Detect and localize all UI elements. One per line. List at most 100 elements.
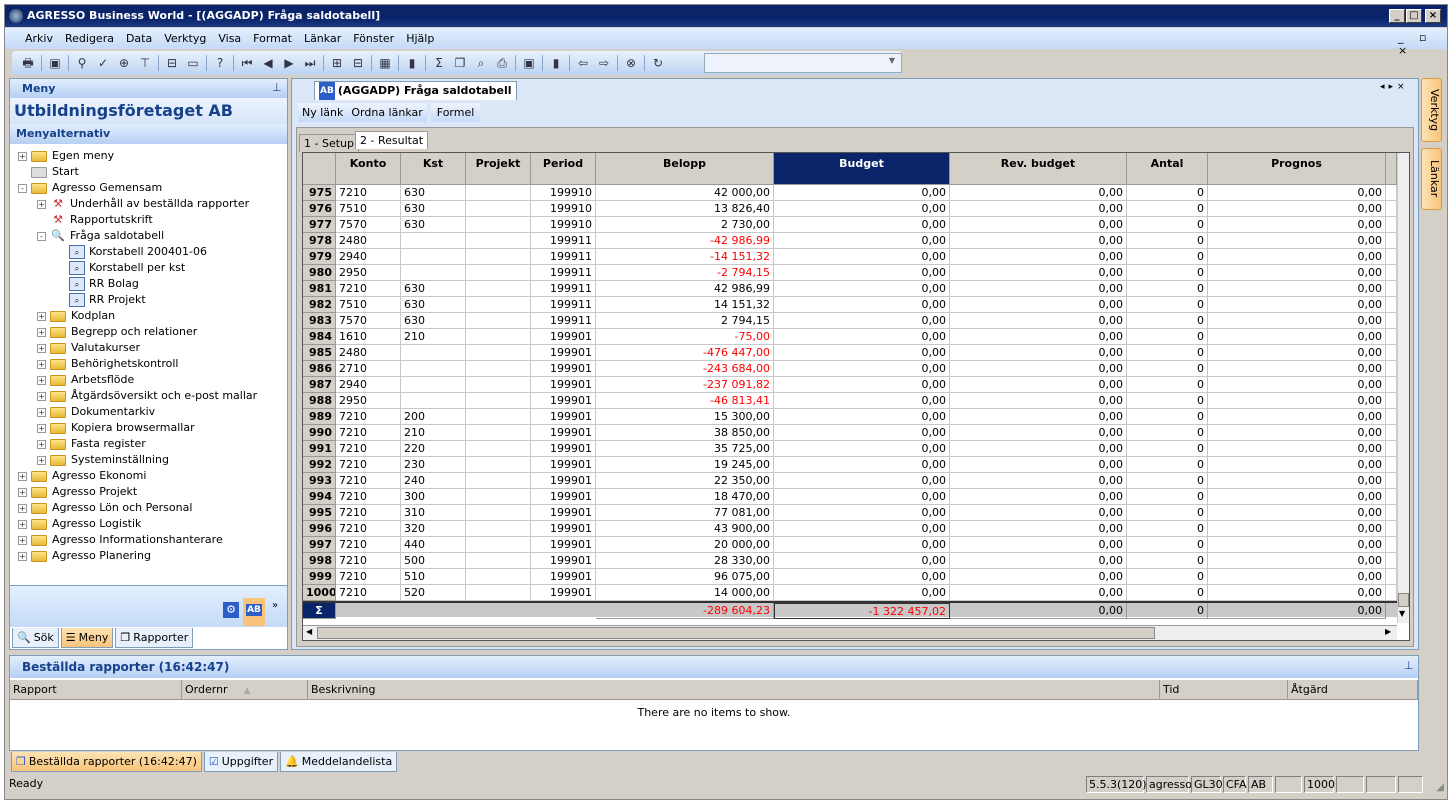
antal-cell[interactable]: 0 <box>1127 329 1208 345</box>
column-header-projekt[interactable]: Projekt <box>466 153 531 185</box>
period-cell[interactable]: 199901 <box>531 345 596 361</box>
konto-cell[interactable]: 2480 <box>336 345 401 361</box>
document-tab[interactable]: AB (AGGADP) Fråga saldotabell <box>314 81 517 100</box>
rev-budget-cell[interactable]: 0,00 <box>950 201 1127 217</box>
rev-budget-cell[interactable]: 0,00 <box>950 505 1127 521</box>
budget-cell[interactable]: 0,00 <box>774 505 950 521</box>
tree-item[interactable]: + Agresso Lön och Personal <box>10 500 287 516</box>
antal-cell[interactable]: 0 <box>1127 489 1208 505</box>
konto-cell[interactable]: 2710 <box>336 361 401 377</box>
konto-cell[interactable]: 7210 <box>336 537 401 553</box>
rev-budget-cell[interactable]: 0,00 <box>950 425 1127 441</box>
menu-verktyg[interactable]: Verktyg <box>164 32 206 45</box>
prognos-cell[interactable]: 0,00 <box>1208 473 1386 489</box>
prognos-cell[interactable]: 0,00 <box>1208 441 1386 457</box>
antal-cell[interactable]: 0 <box>1127 585 1208 601</box>
zoom-icon[interactable]: ⊕ <box>116 55 132 71</box>
belopp-cell[interactable]: -476 447,00 <box>596 345 774 361</box>
projekt-cell[interactable] <box>466 553 531 569</box>
period-cell[interactable]: 199911 <box>531 313 596 329</box>
tree-item[interactable]: + Agresso Ekonomi <box>10 468 287 484</box>
print-icon[interactable]: 🖶 <box>20 55 36 71</box>
prognos-cell[interactable]: 0,00 <box>1208 265 1386 281</box>
tree-item[interactable]: + Agresso Informationshanterare <box>10 532 287 548</box>
rev-budget-cell[interactable]: 0,00 <box>950 297 1127 313</box>
tree-item[interactable]: + Kopiera browsermallar <box>10 420 287 436</box>
prognos-cell[interactable]: 0,00 <box>1208 233 1386 249</box>
tree-item[interactable]: + Begrepp och relationer <box>10 324 287 340</box>
period-cell[interactable]: 199910 <box>531 185 596 201</box>
column-header-tid[interactable]: Tid <box>1160 680 1288 700</box>
rev-budget-cell[interactable]: 0,00 <box>950 441 1127 457</box>
konto-cell[interactable]: 7210 <box>336 489 401 505</box>
expand-icon[interactable]: + <box>18 535 27 545</box>
expand-icon[interactable]: + <box>18 503 27 513</box>
antal-cell[interactable]: 0 <box>1127 553 1208 569</box>
kst-cell[interactable]: 300 <box>401 489 466 505</box>
expand-icon[interactable]: + <box>37 359 46 369</box>
kst-cell[interactable]: 320 <box>401 521 466 537</box>
prognos-cell[interactable]: 0,00 <box>1208 313 1386 329</box>
kst-cell[interactable] <box>401 345 466 361</box>
tree-item[interactable]: + Egen meny <box>10 148 287 164</box>
budget-cell[interactable]: 0,00 <box>774 393 950 409</box>
tree-item[interactable]: + Åtgärdsöversikt och e-post mallar <box>10 388 287 404</box>
projekt-cell[interactable] <box>466 249 531 265</box>
projekt-cell[interactable] <box>466 185 531 201</box>
table-icon[interactable]: ▦ <box>377 55 393 71</box>
antal-cell[interactable]: 0 <box>1127 377 1208 393</box>
belopp-cell[interactable]: 18 470,00 <box>596 489 774 505</box>
rev-budget-cell[interactable]: 0,00 <box>950 569 1127 585</box>
preview-icon[interactable]: ⌕ <box>473 55 489 71</box>
prognos-cell[interactable]: 0,00 <box>1208 537 1386 553</box>
resize-grip-icon[interactable]: ◢ <box>1436 779 1444 797</box>
table-row[interactable]: 979 2940 199911 -14 151,32 0,00 0,00 0 0,00 <box>303 249 1397 265</box>
rev-budget-cell[interactable]: 0,00 <box>950 521 1127 537</box>
kst-cell[interactable] <box>401 265 466 281</box>
antal-cell[interactable]: 0 <box>1127 345 1208 361</box>
prognos-cell[interactable]: 0,00 <box>1208 585 1386 601</box>
expand-icon[interactable]: + <box>18 487 27 497</box>
period-cell[interactable]: 199911 <box>531 281 596 297</box>
budget-cell[interactable]: 0,00 <box>774 441 950 457</box>
forward-icon[interactable]: ⇨ <box>596 55 612 71</box>
table-row[interactable]: 984 1610 210 199901 -75,00 0,00 0,00 0 0,00 <box>303 329 1397 345</box>
column-header-revbudget[interactable]: Rev. budget <box>950 153 1127 185</box>
menu-redigera[interactable]: Redigera <box>65 32 114 45</box>
prognos-cell[interactable]: 0,00 <box>1208 409 1386 425</box>
menu-fönster[interactable]: Fönster <box>353 32 394 45</box>
save-icon[interactable]: ▣ <box>47 55 63 71</box>
kst-cell[interactable]: 440 <box>401 537 466 553</box>
prognos-cell[interactable]: 0,00 <box>1208 281 1386 297</box>
prognos-cell[interactable]: 0,00 <box>1208 217 1386 233</box>
column-header-budget[interactable]: Budget <box>774 153 950 185</box>
konto-cell[interactable]: 7210 <box>336 473 401 489</box>
belopp-cell[interactable]: 96 075,00 <box>596 569 774 585</box>
period-cell[interactable]: 199911 <box>531 265 596 281</box>
table-row[interactable]: 989 7210 200 199901 15 300,00 0,00 0,00 0 0,00 <box>303 409 1397 425</box>
rev-budget-cell[interactable]: 0,00 <box>950 585 1127 601</box>
antal-cell[interactable]: 0 <box>1127 409 1208 425</box>
antal-cell[interactable]: 0 <box>1127 265 1208 281</box>
belopp-cell[interactable]: 38 850,00 <box>596 425 774 441</box>
konto-cell[interactable]: 2940 <box>336 249 401 265</box>
projekt-cell[interactable] <box>466 473 531 489</box>
menu-hjälp[interactable]: Hjälp <box>406 32 434 45</box>
period-cell[interactable]: 199901 <box>531 569 596 585</box>
kst-cell[interactable]: 220 <box>401 441 466 457</box>
prognos-cell[interactable]: 0,00 <box>1208 185 1386 201</box>
period-cell[interactable]: 199910 <box>531 217 596 233</box>
antal-cell[interactable]: 0 <box>1127 441 1208 457</box>
table-row[interactable]: 978 2480 199911 -42 986,99 0,00 0,00 0 0,00 <box>303 233 1397 249</box>
belopp-cell[interactable]: 2 730,00 <box>596 217 774 233</box>
projekt-cell[interactable] <box>466 297 531 313</box>
column-header-ordernr[interactable]: Ordernr ▲ <box>182 680 308 700</box>
expand-icon[interactable]: + <box>18 519 27 529</box>
kst-cell[interactable]: 500 <box>401 553 466 569</box>
budget-cell[interactable]: 0,00 <box>774 345 950 361</box>
prognos-cell[interactable]: 0,00 <box>1208 361 1386 377</box>
antal-cell[interactable]: 0 <box>1127 249 1208 265</box>
budget-cell[interactable]: 0,00 <box>774 249 950 265</box>
prognos-cell[interactable]: 0,00 <box>1208 377 1386 393</box>
menu-format[interactable]: Format <box>253 32 292 45</box>
